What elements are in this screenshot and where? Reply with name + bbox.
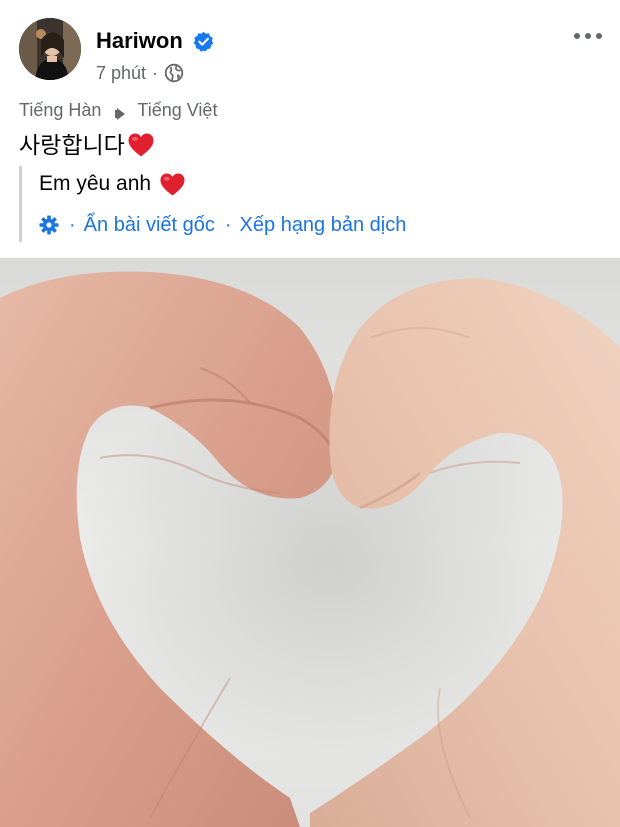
translated-text: Em yêu anh	[39, 172, 152, 195]
translation-actions: · Ẩn bài viết gốc · Xếp hạng bản dịch	[39, 212, 406, 238]
translated-post-text: Em yêu anh	[39, 169, 186, 199]
hide-original-link[interactable]: Ẩn bài viết gốc	[84, 212, 215, 238]
post-meta: 7 phút ·	[96, 61, 184, 85]
author-name[interactable]: Hariwon	[96, 27, 183, 55]
meta-separator: ·	[152, 63, 159, 83]
rate-translation-link[interactable]: Xếp hạng bản dịch	[240, 212, 407, 238]
source-language: Tiếng Hàn	[19, 100, 102, 120]
red-heart-emoji-icon	[127, 132, 155, 158]
action-separator: ·	[224, 214, 232, 236]
more-options-icon[interactable]	[572, 26, 604, 46]
post-header: Hariwon 7 phút ·	[0, 0, 620, 92]
verified-badge-icon	[193, 31, 214, 52]
post-photo[interactable]	[0, 258, 620, 827]
arrow-right-icon	[115, 103, 127, 120]
avatar[interactable]	[19, 18, 81, 80]
translation-language-row: Tiếng Hàn Tiếng Việt	[19, 98, 217, 122]
globe-icon[interactable]	[164, 63, 184, 83]
target-language: Tiếng Việt	[137, 100, 218, 120]
translation-block: Em yêu anh · Ẩn bài viết gốc · Xếp hạng …	[19, 166, 602, 242]
action-separator: ·	[69, 214, 76, 236]
red-heart-emoji-icon	[159, 172, 186, 197]
gear-icon[interactable]	[39, 215, 59, 235]
post-time[interactable]: 7 phút	[96, 61, 146, 85]
original-post-text: 사랑합니다	[19, 130, 155, 160]
original-text: 사랑합니다	[19, 132, 125, 158]
